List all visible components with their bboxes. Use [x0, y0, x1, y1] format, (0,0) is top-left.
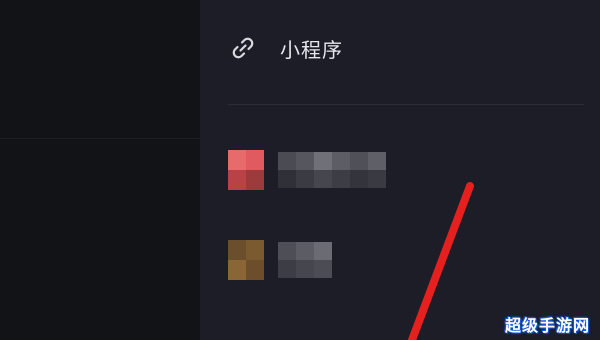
redacted-name: [278, 152, 386, 188]
pixelated-avatar: [228, 240, 264, 280]
mini-program-label: 小程序: [280, 37, 343, 62]
redacted-name: [278, 242, 332, 278]
divider: [228, 104, 584, 105]
left-divider: [0, 138, 200, 139]
left-panel: [0, 0, 200, 340]
watermark-text: 超级手游网: [504, 316, 590, 335]
watermark: 超级手游网: [494, 306, 590, 336]
mini-program-menu-item[interactable]: 小程序: [228, 28, 343, 68]
pixelated-avatar: [228, 150, 264, 190]
link-icon: [232, 37, 254, 59]
side-menu-panel: 小程序: [200, 0, 600, 340]
